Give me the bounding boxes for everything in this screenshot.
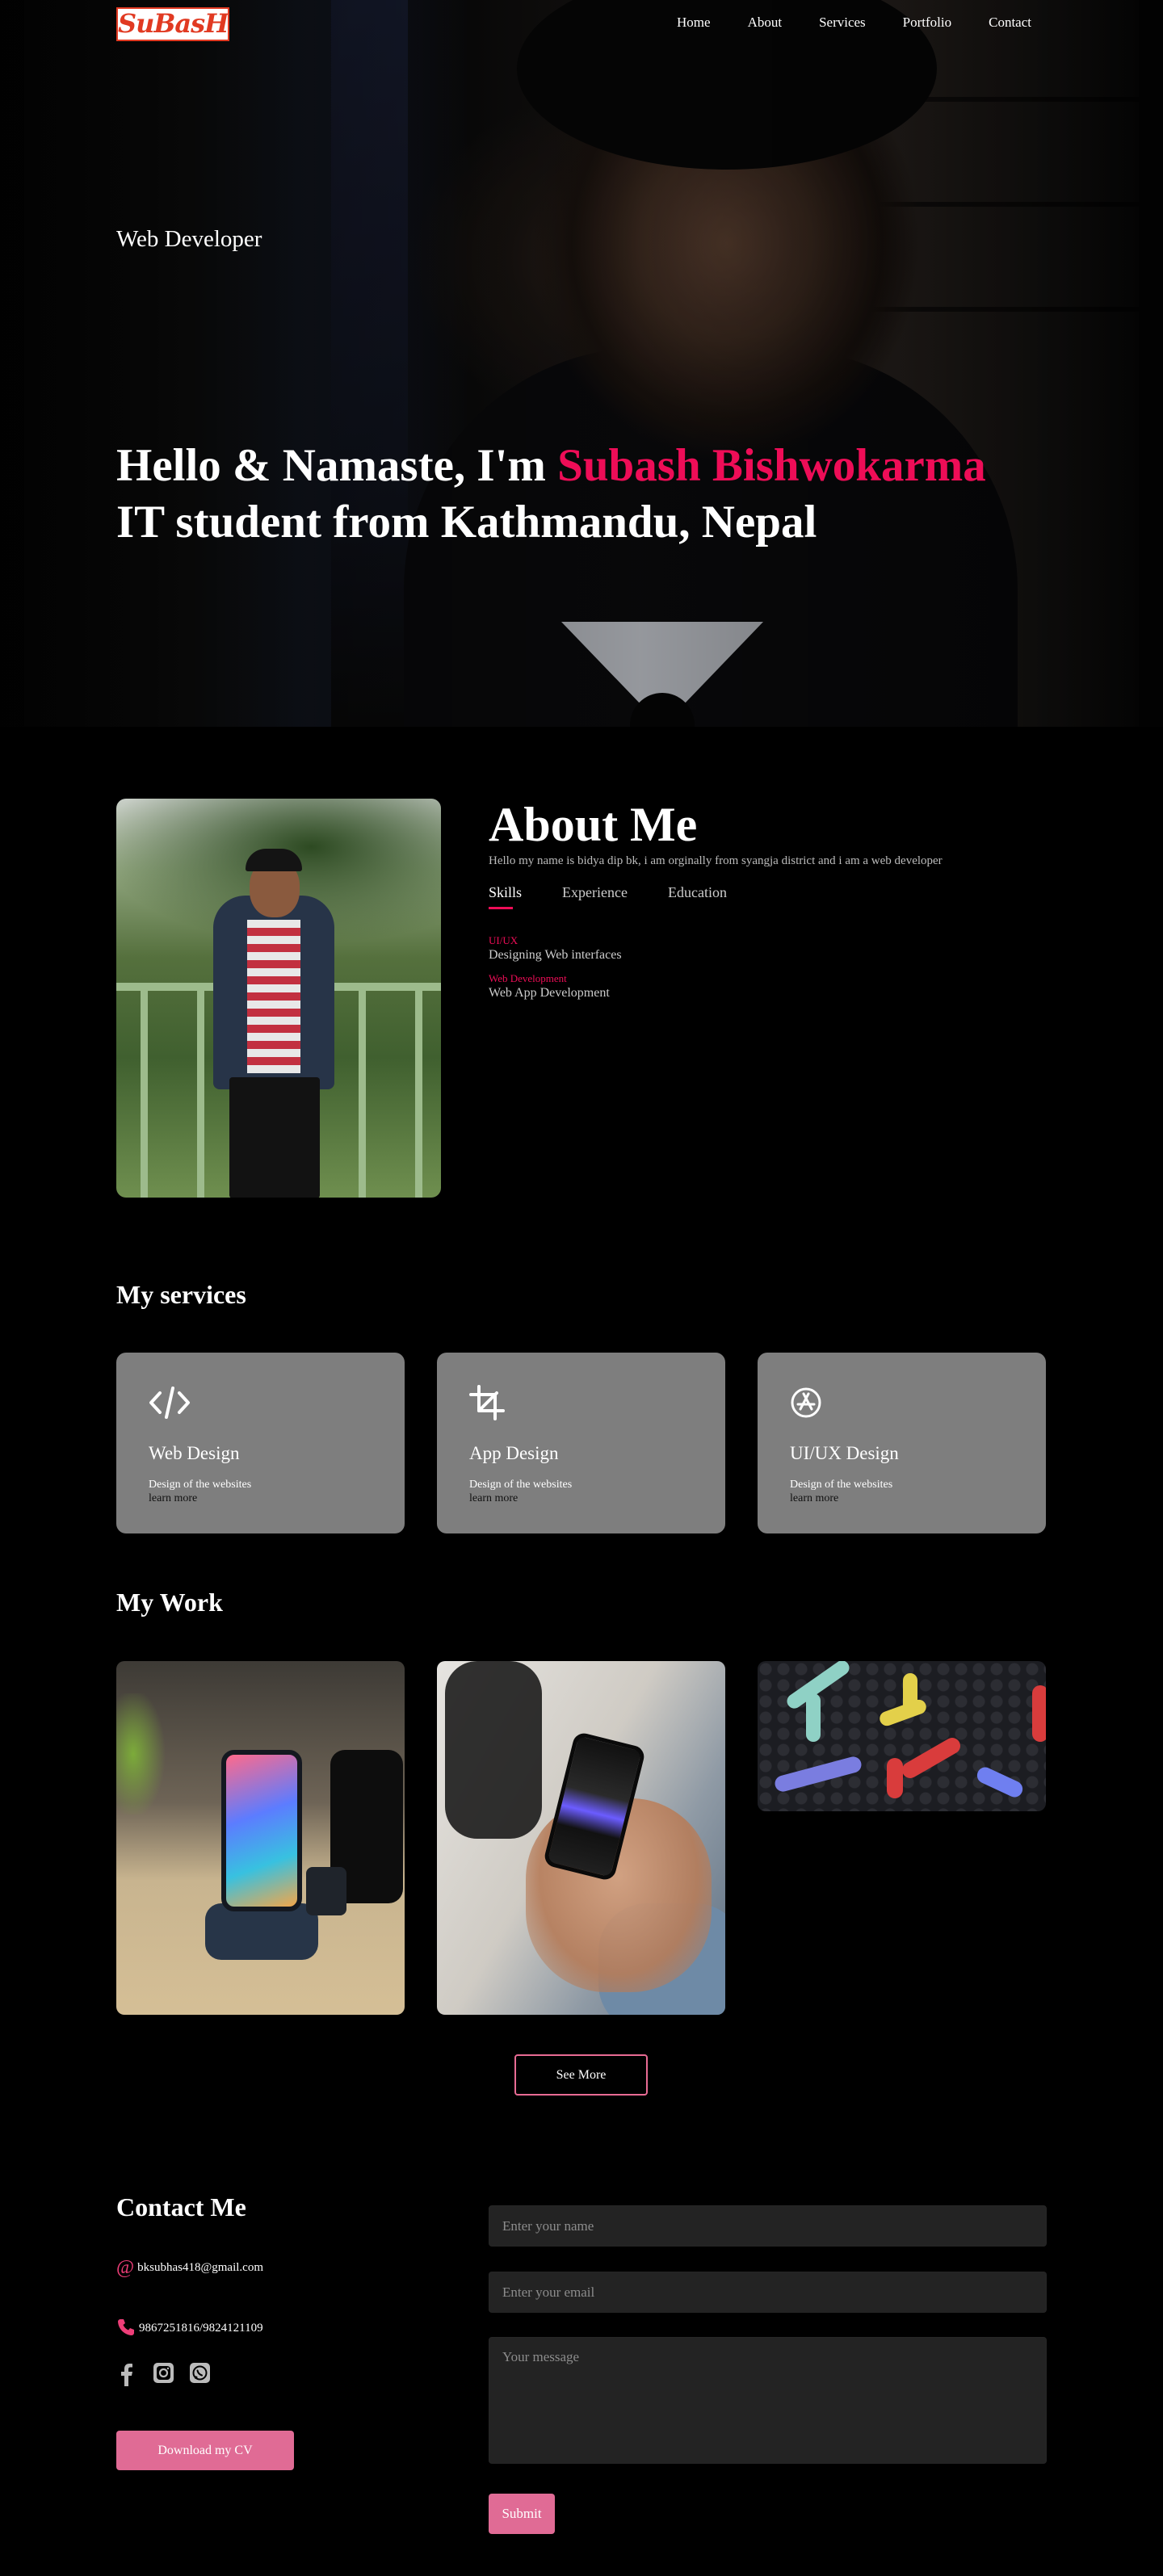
about-text: Hello my name is bidya dip bk, i am orgi… (489, 854, 943, 867)
hero-title: Hello & Namaste, I'm Subash Bishwokarma … (116, 438, 986, 551)
learn-more-link[interactable]: learn more (149, 1492, 372, 1505)
skill-item: Web Development Web App Development (489, 972, 610, 1001)
nav-links: Home About Services Portfolio Contact (677, 15, 1031, 31)
service-desc: Design of the websites (469, 1479, 573, 1491)
hero-role: Web Developer (116, 226, 262, 252)
work-item-phone-stand[interactable] (116, 1661, 405, 2015)
service-title: UI/UX Design (790, 1443, 899, 1463)
message-field[interactable] (489, 2337, 1047, 2464)
download-cv-button[interactable]: Download my CV (116, 2431, 294, 2470)
service-title: Web Design (149, 1443, 240, 1463)
tab-education[interactable]: Education (668, 884, 727, 909)
phone-icon (116, 2318, 136, 2339)
learn-more-link[interactable]: learn more (790, 1492, 1014, 1505)
service-card-app-design[interactable]: App Design Design of the websites learn … (437, 1353, 725, 1533)
facebook-icon[interactable] (116, 2362, 138, 2386)
service-desc: Design of the websites (149, 1479, 252, 1491)
service-card-uiux-design[interactable]: UI/UX Design Design of the websites lear… (758, 1353, 1046, 1533)
nav-services[interactable]: Services (819, 15, 866, 31)
work-heading: My Work (116, 1588, 223, 1617)
submit-button[interactable]: Submit (489, 2494, 555, 2534)
skill-title: Web Development (489, 972, 567, 984)
at-icon: @ (116, 2257, 135, 2278)
service-title: App Design (469, 1443, 559, 1463)
work-item-mobile-app[interactable] (437, 1661, 725, 2015)
email-text[interactable]: bksubhas418@gmail.com (137, 2261, 263, 2275)
nav-about[interactable]: About (748, 15, 783, 31)
nav-contact[interactable]: Contact (989, 15, 1031, 31)
code-icon (149, 1385, 191, 1420)
skill-desc: Designing Web interfaces (489, 948, 622, 962)
nav-home[interactable]: Home (677, 15, 711, 31)
learn-more-link[interactable]: learn more (469, 1492, 693, 1505)
skill-item: UI/UX Designing Web interfaces (489, 934, 622, 963)
see-more-button[interactable]: See More (514, 2054, 648, 2096)
contact-phone: 9867251816/9824121109 (116, 2318, 263, 2339)
service-desc: Design of the websites (790, 1479, 893, 1491)
about-heading: About Me (489, 798, 698, 851)
hero-subtitle: IT student from Kathmandu, Nepal (116, 497, 817, 548)
social-links (116, 2362, 211, 2386)
crop-icon (469, 1385, 511, 1420)
hero-greeting: Hello & Namaste, I'm (116, 440, 558, 491)
logo[interactable]: SuBasH (116, 7, 229, 41)
contact-email: @ bksubhas418@gmail.com (116, 2257, 263, 2278)
whatsapp-icon[interactable] (189, 2362, 211, 2384)
email-field[interactable] (489, 2272, 1047, 2313)
service-card-web-design[interactable]: Web Design Design of the websites learn … (116, 1353, 405, 1533)
nav-portfolio[interactable]: Portfolio (903, 15, 951, 31)
name-field[interactable] (489, 2205, 1047, 2247)
work-item-snake-game[interactable] (758, 1661, 1046, 1811)
skill-desc: Web App Development (489, 986, 610, 1000)
hero-section: SuBasH Home About Services Portfolio Con… (0, 0, 1163, 727)
skill-title: UI/UX (489, 934, 519, 946)
tab-experience[interactable]: Experience (562, 884, 628, 909)
contact-heading: Contact Me (116, 2192, 246, 2221)
phone-text[interactable]: 9867251816/9824121109 (139, 2322, 263, 2335)
app-store-icon (790, 1385, 832, 1420)
about-photo (116, 799, 441, 1198)
tab-skills[interactable]: Skills (489, 884, 522, 909)
hero-name: Subash Bishwokarma (557, 440, 986, 491)
services-heading: My services (116, 1280, 246, 1309)
about-tabs: Skills Experience Education (489, 884, 727, 909)
instagram-icon[interactable] (153, 2362, 174, 2384)
top-nav: SuBasH Home About Services Portfolio Con… (0, 0, 1163, 48)
